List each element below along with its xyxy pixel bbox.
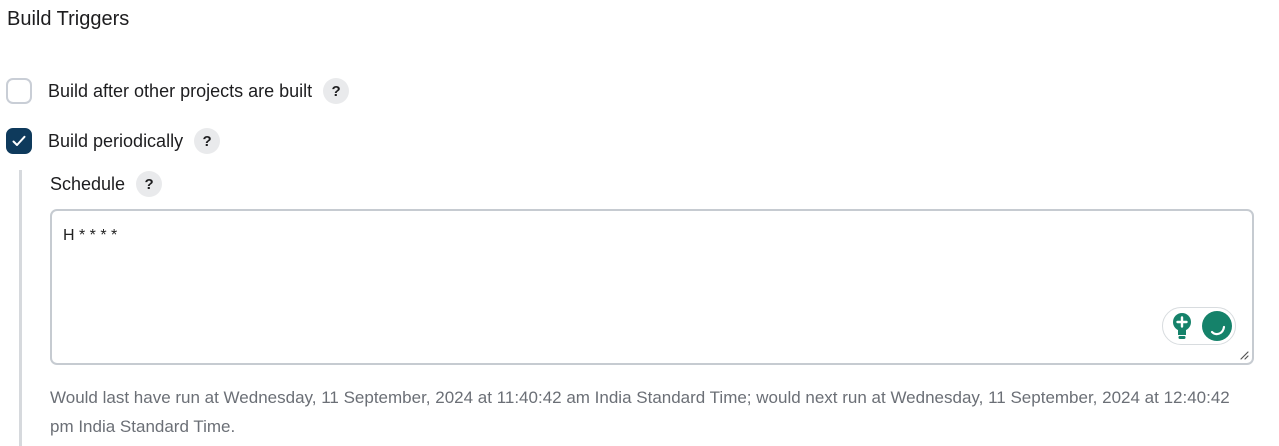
schedule-label-row: Schedule ? <box>50 171 163 197</box>
build-after-other-projects-checkbox[interactable] <box>6 78 32 104</box>
check-icon <box>12 135 26 146</box>
schedule-description: Would last have run at Wednesday, 11 Sep… <box>50 388 1230 436</box>
resize-grip-icon[interactable] <box>1239 350 1249 360</box>
grammar-extension-widget[interactable] <box>1162 307 1236 345</box>
build-periodically-label[interactable]: Build periodically <box>48 131 183 152</box>
schedule-label: Schedule <box>50 173 126 194</box>
help-icon[interactable]: ? <box>136 171 163 197</box>
schedule-value[interactable]: H * * * * <box>63 227 117 245</box>
lightbulb-icon[interactable] <box>1170 311 1194 341</box>
grammarly-icon[interactable] <box>1202 311 1232 341</box>
help-icon[interactable]: ? <box>194 128 221 154</box>
help-icon[interactable]: ? <box>323 78 350 104</box>
schedule-textarea[interactable]: H * * * * <box>50 209 1254 365</box>
build-after-other-projects-label[interactable]: Build after other projects are built <box>48 81 312 102</box>
section-title: Build Triggers <box>7 8 130 30</box>
trigger-build-after-other-projects[interactable]: Build after other projects are built ? <box>6 78 350 104</box>
trigger-build-periodically[interactable]: Build periodically ? <box>6 128 221 154</box>
nested-section-bar <box>19 170 22 446</box>
build-periodically-checkbox[interactable] <box>6 128 32 154</box>
